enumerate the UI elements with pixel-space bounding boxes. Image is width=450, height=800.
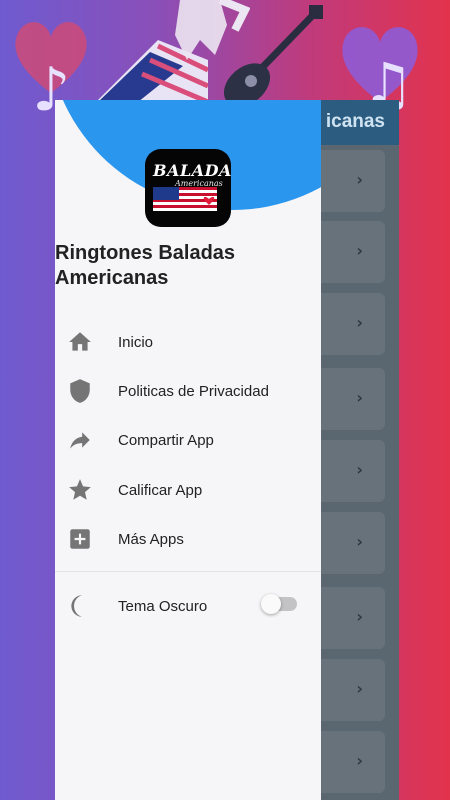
- menu-item-label: Más Apps: [118, 530, 184, 548]
- menu-item-label: Calificar App: [118, 481, 203, 499]
- menu-item-label: Inicio: [118, 333, 154, 351]
- list-item[interactable]: ›: [310, 150, 385, 212]
- chevron-right-icon: ›: [356, 679, 363, 698]
- app-bar-title: icanas: [325, 111, 385, 132]
- moon-icon: [71, 595, 83, 617]
- list-item[interactable]: ›: [310, 221, 385, 283]
- star-icon: [69, 479, 91, 500]
- list-item[interactable]: ›: [310, 659, 385, 721]
- menu-item-label: Politicas de Privacidad: [118, 382, 269, 400]
- home-icon: [69, 332, 91, 351]
- list-item[interactable]: ›: [310, 587, 385, 649]
- chevron-right-icon: ›: [356, 170, 363, 189]
- app-logo: BALADAS Americanas: [145, 149, 231, 227]
- flag-icon: [153, 187, 217, 211]
- share-icon: [70, 432, 90, 449]
- shield-icon: [70, 379, 90, 403]
- add-box-icon: [70, 529, 90, 549]
- toggle-knob: [261, 594, 281, 614]
- menu-item-inicio[interactable]: Inicio: [55, 320, 321, 364]
- chevron-right-icon: ›: [356, 607, 363, 626]
- chevron-right-icon: ›: [356, 241, 363, 260]
- list-item[interactable]: ›: [310, 368, 385, 430]
- menu-item-label: Compartir App: [118, 431, 214, 449]
- menu-item-label: Tema Oscuro: [118, 597, 208, 615]
- logo-text: BALADAS: [153, 161, 231, 180]
- menu-item-more-apps[interactable]: Más Apps: [55, 517, 321, 561]
- menu-item-rate[interactable]: Calificar App: [55, 468, 321, 512]
- guitar-icon: [223, 5, 323, 105]
- menu-divider: [55, 571, 321, 572]
- chevron-right-icon: ›: [356, 751, 363, 770]
- dark-theme-toggle[interactable]: [261, 594, 297, 614]
- menu-item-share[interactable]: Compartir App: [55, 418, 321, 462]
- list-item[interactable]: ›: [310, 440, 385, 502]
- chevron-right-icon: ›: [356, 388, 363, 407]
- drawer-app-name: Ringtones Baladas Americanas: [55, 242, 236, 289]
- navigation-drawer: BALADAS Americanas Ringtones Baladas Ame…: [55, 100, 321, 800]
- chevron-right-icon: ›: [356, 532, 363, 551]
- list-item[interactable]: ›: [310, 731, 385, 793]
- list-item[interactable]: ›: [310, 293, 385, 355]
- list-item[interactable]: ›: [310, 512, 385, 574]
- chevron-right-icon: ›: [356, 460, 363, 479]
- menu-item-privacy[interactable]: Politicas de Privacidad: [55, 369, 321, 413]
- background-art: ♪ ♫: [0, 0, 450, 125]
- chevron-right-icon: ›: [356, 313, 363, 332]
